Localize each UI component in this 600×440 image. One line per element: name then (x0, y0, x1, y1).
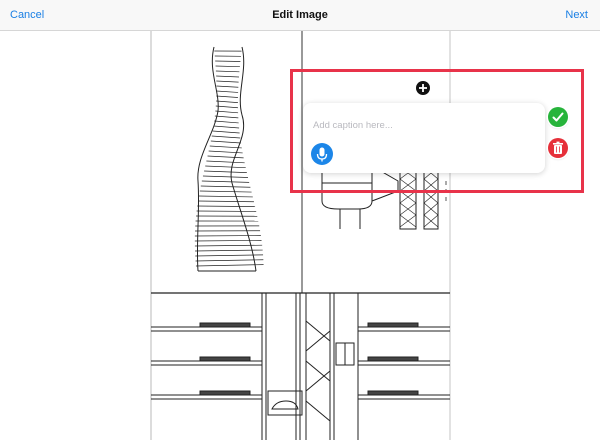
trash-icon[interactable] (548, 138, 568, 158)
twisted-tower-drawing (196, 46, 257, 272)
section-drawing (151, 293, 450, 440)
image-canvas[interactable] (0, 31, 600, 440)
sketch-image (150, 31, 451, 440)
next-button[interactable]: Next (565, 9, 588, 21)
navigation-bar: Cancel Edit Image Next (0, 0, 600, 31)
caption-input[interactable] (313, 117, 533, 133)
page-title: Edit Image (272, 9, 328, 21)
caption-card (303, 103, 545, 173)
microphone-icon[interactable] (311, 143, 333, 165)
checkmark-icon[interactable] (548, 107, 568, 127)
plus-circle-icon[interactable] (416, 81, 430, 95)
